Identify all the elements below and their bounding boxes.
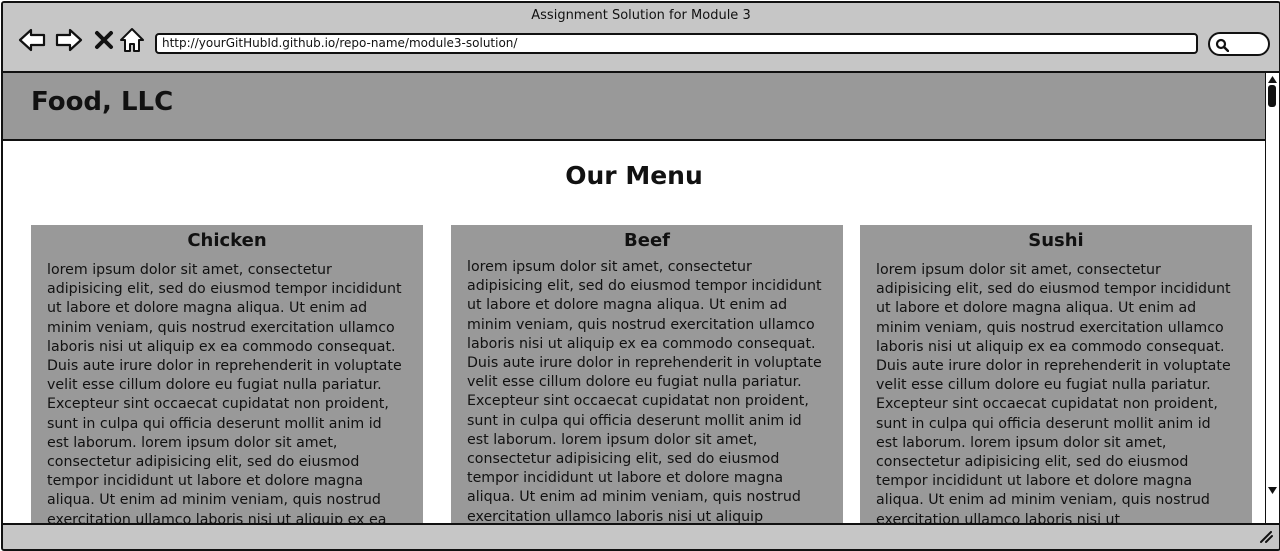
card-text: lorem ipsum dolor sit amet, consectetur … bbox=[47, 262, 402, 523]
resize-grip-icon[interactable] bbox=[1259, 531, 1273, 543]
back-button[interactable] bbox=[17, 25, 47, 55]
home-button[interactable] bbox=[117, 25, 147, 55]
menu-card-sushi: Sushi lorem ipsum dolor sit amet, consec… bbox=[860, 225, 1252, 523]
card-title: Chicken bbox=[187, 230, 267, 251]
stop-button[interactable] bbox=[89, 25, 119, 55]
browser-toolbar: Assignment Solution for Module 3 http://… bbox=[3, 3, 1279, 73]
site-header: Food, LLC bbox=[3, 73, 1265, 141]
arrow-right-icon bbox=[55, 28, 83, 52]
triangle-down-icon bbox=[1268, 487, 1277, 494]
page-viewport: Food, LLC Our Menu Chicken lorem ipsum d… bbox=[3, 73, 1265, 523]
address-bar[interactable]: http://yourGitHubId.github.io/repo-name/… bbox=[155, 33, 1198, 54]
close-icon bbox=[95, 31, 113, 49]
arrow-left-icon bbox=[18, 28, 46, 52]
page-title: Our Menu bbox=[565, 161, 703, 190]
brand-name: Food, LLC bbox=[31, 87, 174, 117]
home-icon bbox=[120, 28, 144, 52]
window-title: Assignment Solution for Module 3 bbox=[531, 8, 751, 23]
card-text: lorem ipsum dolor sit amet, consectetur … bbox=[467, 259, 822, 523]
card-title: Beef bbox=[624, 230, 670, 251]
forward-button[interactable] bbox=[54, 25, 84, 55]
search-icon bbox=[1215, 38, 1229, 52]
scroll-down-arrow[interactable] bbox=[1267, 485, 1278, 496]
vertical-scrollbar[interactable] bbox=[1265, 73, 1279, 523]
triangle-up-icon bbox=[1268, 76, 1277, 83]
browser-window: Assignment Solution for Module 3 http://… bbox=[1, 1, 1280, 551]
status-bar bbox=[3, 523, 1279, 549]
card-title: Sushi bbox=[1028, 230, 1084, 251]
card-text: lorem ipsum dolor sit amet, consectetur … bbox=[876, 262, 1231, 523]
menu-card-beef: Beef lorem ipsum dolor sit amet, consect… bbox=[451, 225, 843, 523]
scroll-up-arrow[interactable] bbox=[1267, 74, 1278, 85]
search-field[interactable] bbox=[1208, 32, 1270, 56]
menu-card-chicken: Chicken lorem ipsum dolor sit amet, cons… bbox=[31, 225, 423, 523]
scrollbar-thumb[interactable] bbox=[1268, 85, 1276, 107]
